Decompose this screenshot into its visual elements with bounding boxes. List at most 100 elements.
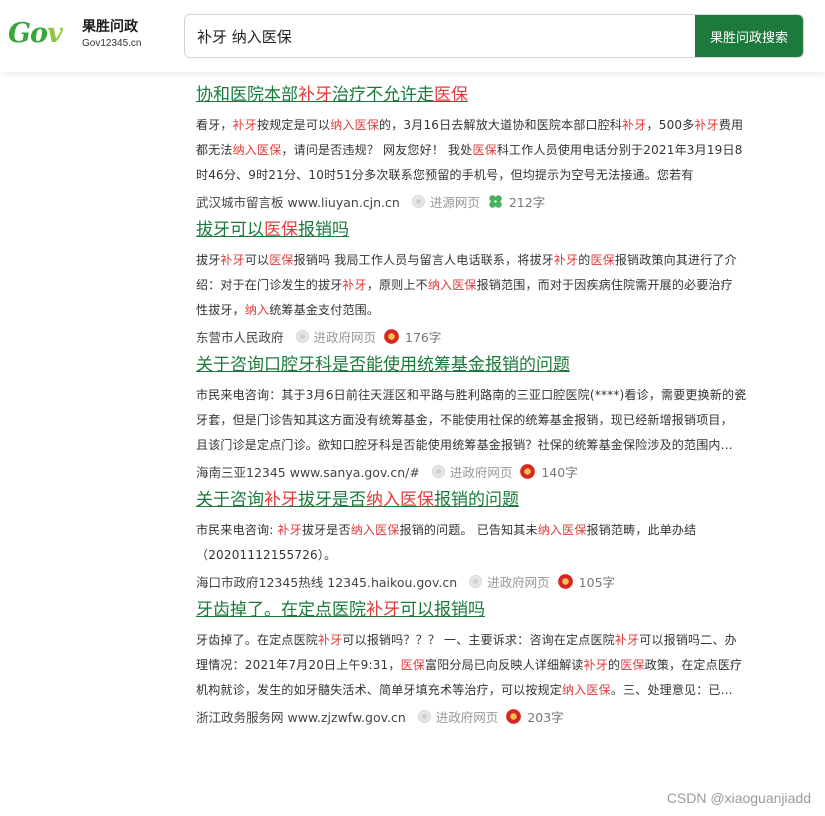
keyword-highlight: 医保 [264,220,298,240]
text-segment: ，500多 [646,118,695,132]
snippet-line: （20201112155726）。 [196,543,776,568]
result-snippet: 看牙，补牙按规定是可以纳入医保的，3月16日去解放大道协和医院本部口腔科补牙，5… [196,113,776,188]
top-header: Gov 果胜问政 Gov12345.cn 果胜问政搜索 [0,0,825,72]
word-count: 140字 [541,464,578,480]
result-meta: 浙江政务服务网 www.zjzwfw.gov.cn 进政府网页 203字 [196,704,776,728]
text-segment: 的，3月16日去解放大道协和医院本部口腔科 [379,118,623,132]
text-segment: 可以报销吗 [400,600,485,620]
word-count: 176字 [405,329,442,345]
text-segment: 市民来电咨询: [196,523,278,537]
gov-emblem-icon [384,328,400,344]
gov-emblem-icon [557,573,573,589]
text-segment: 绍：对于在门诊发生的拔牙 [196,278,343,292]
result-title-link[interactable]: 牙齿掉了。在定点医院补牙可以报销吗 [196,595,485,625]
enter-site-link[interactable]: 进源网页 [430,192,480,211]
text-segment: 拔牙 [196,253,221,267]
text-segment: 报销范围，而对于因疾病住院需开展的必要治疗 [476,278,733,292]
text-segment: 理情况：2021年7月20日上午9:31， [196,658,401,672]
enter-site-link[interactable]: 进政府网页 [436,707,499,726]
keyword-highlight: 补牙 [264,490,298,510]
link-icon [431,464,445,478]
text-segment: 时46分、9时21分、10时51分多次联系您预留的手机号，但均提示为空号无法接通… [196,168,694,182]
snippet-line: 市民来电咨询：其于3月6日前往天涯区和平路与胜利路南的三亚口腔医院(****)看… [196,383,776,408]
snippet-line: 拔牙补牙可以医保报销吗 我局工作人员与留言人电话联系，将拔牙补牙的医保报销政策向… [196,248,776,273]
keyword-highlight: 补牙 [220,253,245,267]
text-segment: 政策，在定点医疗 [644,658,743,672]
text-segment: 牙齿掉了。在定点医院 [196,600,366,620]
snippet-line: 绍：对于在门诊发生的拔牙补牙，原则上不纳入医保报销范围，而对于因疾病住院需开展的… [196,273,776,298]
text-segment: 可以 [244,253,270,267]
link-icon [411,194,425,208]
watermark: CSDN @xiaoguanjiadd [666,790,811,806]
text-segment: 科工作人员使用电话分别于2021年3月19日8 [496,143,743,157]
result-snippet: 市民来电咨询: 补牙拔牙是否纳入医保报销的问题。 已告知其未纳入医保报销范畴，此… [196,518,776,568]
logo-name: 果胜问政 [82,19,138,35]
gov-emblem-icon [506,708,522,724]
result-title-link[interactable]: 关于咨询补牙拔牙是否纳入医保报销的问题 [196,485,519,515]
text-segment: 市民来电咨询：其于3月6日前往天涯区和平路与胜利路南的三亚口腔医院(****)看… [196,388,747,402]
search-result: 关于咨询口腔牙科是否能使用统筹基金报销的问题市民来电咨询：其于3月6日前往天涯区… [196,348,776,483]
keyword-highlight: 纳入医保 [562,683,611,697]
keyword-highlight: 纳入医保 [330,118,380,132]
text-segment: 看牙， [196,118,233,132]
keyword-highlight: 补牙 [694,118,719,132]
enter-site-link[interactable]: 进政府网页 [314,327,377,346]
link-icon [417,709,431,723]
keyword-highlight: 补牙 [277,523,302,537]
word-count: 203字 [527,709,564,725]
search-input[interactable] [185,15,697,57]
text-segment: 拔牙是否 [298,490,366,510]
link-icon [469,574,483,588]
keyword-highlight: 纳入医保 [350,523,400,537]
result-title-link[interactable]: 关于咨询口腔牙科是否能使用统筹基金报销的问题 [196,350,570,380]
result-title-link[interactable]: 拔牙可以医保报销吗 [196,215,349,245]
text-segment: 的 [578,253,591,267]
keyword-highlight: 医保 [472,143,497,157]
snippet-line: 都无法纳入医保，请问是否违规？ 网友您好！ 我处医保科工作人员使用电话分别于20… [196,138,776,163]
result-source[interactable]: 东营市人民政府 [196,327,284,346]
text-segment: 关于咨询口腔牙科是否能使用统筹基金报销的问题 [196,355,570,375]
text-segment: 牙套，但是门诊告知其这方面没有统筹基金，不能使用社保的统筹基金报销，现已经新增报… [196,413,733,427]
keyword-highlight: 补牙 [583,658,609,672]
search-result: 牙齿掉了。在定点医院补牙可以报销吗 牙齿掉了。在定点医院补牙可以报销吗？？？ 一、… [196,593,776,728]
text-segment: 按规定是可以 [257,118,331,132]
keyword-highlight: 补牙 [298,85,332,105]
search-button[interactable]: 果胜问政搜索 [695,15,803,57]
gov-emblem-icon [520,463,536,479]
result-source[interactable]: 海南三亚12345 www.sanya.gov.cn/# [196,462,420,481]
results-list: 协和医院本部补牙治疗不允许走医保 看牙，补牙按规定是可以纳入医保的，3月16日去解… [196,78,776,728]
snippet-line: 理情况：2021年7月20日上午9:31，医保富阳分局已向反映人详细解读补牙的医… [196,653,776,678]
result-source[interactable]: 海口市政府12345热线 12345.haikou.gov.cn [196,572,457,591]
result-snippet: 市民来电咨询：其于3月6日前往天涯区和平路与胜利路南的三亚口腔医院(****)看… [196,383,776,458]
keyword-highlight: 纳入医保 [232,143,282,157]
keyword-highlight: 补牙 [232,118,258,132]
keyword-highlight: 补牙 [366,600,400,620]
keyword-highlight: 医保 [400,658,425,672]
result-source[interactable]: 武汉城市留言板 www.liuyan.cjn.cn [196,192,400,211]
text-segment: 牙齿掉了。在定点医院 [196,633,319,647]
text-segment: ，请问是否违规？ 网友您好！ 我处 [281,143,473,157]
logo-mark: Gov [8,18,63,49]
result-source[interactable]: 浙江政务服务网 www.zjzwfw.gov.cn [196,707,406,726]
site-logo[interactable]: Gov 果胜问政 Gov12345.cn [8,14,158,58]
text-segment: 报销范畴，此单办结 [586,523,697,537]
keyword-highlight: 补牙 [553,253,579,267]
enter-site-link[interactable]: 进政府网页 [450,462,513,481]
text-segment: 报销政策向其进行了介 [614,253,737,267]
result-meta: 东营市人民政府 进政府网页 176字 [196,324,776,348]
snippet-line: 性拔牙，纳入统筹基金支付范围。 [196,298,776,323]
keyword-highlight: 纳入医保 [366,490,434,510]
result-title-link[interactable]: 协和医院本部补牙治疗不允许走医保 [196,80,468,110]
keyword-highlight: 补牙 [318,633,343,647]
text-segment: 报销的问题。 已告知其未 [399,523,538,537]
word-count: 212字 [508,194,546,210]
text-segment: 拔牙可以 [196,220,264,240]
text-segment: 机构就诊，发生的如牙髓失活术、简单牙填充术等治疗，可以按规定 [196,683,563,697]
enter-site-link[interactable]: 进政府网页 [487,572,550,591]
snippet-line: 时46分、9时21分、10时51分多次联系您预留的手机号，但均提示为空号无法接通… [196,163,776,188]
text-segment: 报销的问题 [434,490,519,510]
text-segment: 治疗不允许走 [332,85,434,105]
snippet-line: 看牙，补牙按规定是可以纳入医保的，3月16日去解放大道协和医院本部口腔科补牙，5… [196,113,776,138]
search-box: 果胜问政搜索 [184,14,804,58]
result-snippet: 拔牙补牙可以医保报销吗 我局工作人员与留言人电话联系，将拔牙补牙的医保报销政策向… [196,248,776,323]
